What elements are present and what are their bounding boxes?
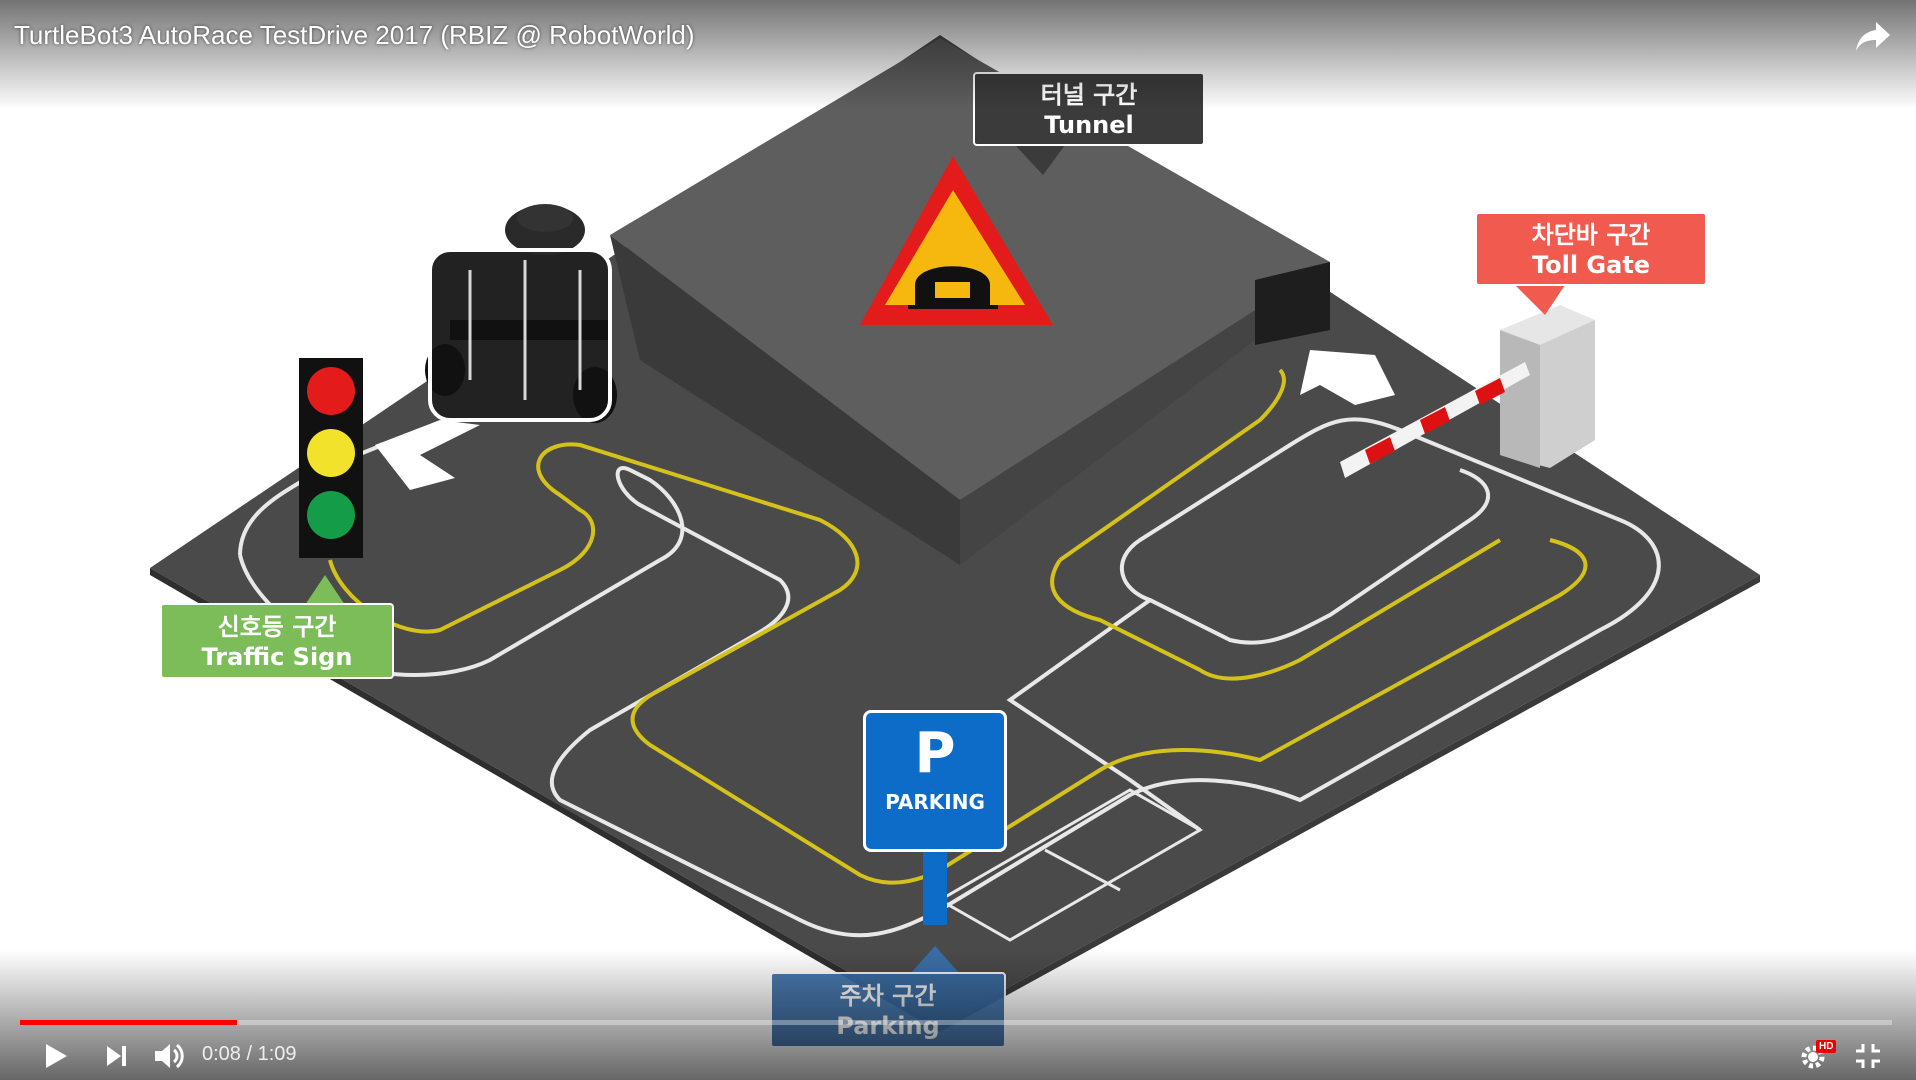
turtlebot-robot <box>425 204 617 423</box>
tunnel-label: 터널 구간 Tunnel <box>973 72 1205 146</box>
toll-gate-box-side <box>1500 330 1540 468</box>
toll-gate-label-ko: 차단바 구간 <box>1531 221 1651 249</box>
exit-fullscreen-button[interactable] <box>1848 1036 1888 1076</box>
tunnel-label-ko: 터널 구간 <box>1040 81 1138 109</box>
time-separator: / <box>246 1043 253 1065</box>
traffic-light <box>299 358 363 558</box>
parking-sign-letter: P <box>914 721 956 786</box>
toll-gate-label-en: Toll Gate <box>1531 251 1651 279</box>
settings-button[interactable]: HD <box>1796 1036 1837 1076</box>
parking-sign: P PARKING <box>863 710 1007 852</box>
next-button[interactable] <box>96 1036 136 1076</box>
traffic-sign-label-ko: 신호등 구간 <box>217 613 337 641</box>
next-icon <box>107 1046 126 1066</box>
time-total: 1:09 <box>257 1043 297 1065</box>
tunnel-label-en: Tunnel <box>1044 111 1134 139</box>
traffic-sign-label-en: Traffic Sign <box>201 643 353 671</box>
traffic-sign-label: 신호등 구간 Traffic Sign <box>160 603 394 679</box>
progress-played <box>20 1020 238 1025</box>
time-current: 0:08 <box>202 1043 241 1065</box>
share-icon <box>1856 22 1890 51</box>
share-button[interactable] <box>1854 20 1892 54</box>
video-frame <box>150 35 1760 1032</box>
toll-gate-label: 차단바 구간 Toll Gate <box>1475 212 1707 286</box>
volume-icon <box>155 1043 184 1069</box>
parking-sign-text: PARKING <box>885 790 985 814</box>
video-title[interactable]: TurtleBot3 AutoRace TestDrive 2017 (RBIZ… <box>14 20 695 51</box>
play-icon <box>46 1044 67 1068</box>
exit-fullscreen-icon <box>1856 1044 1880 1068</box>
play-button[interactable] <box>36 1036 76 1076</box>
hd-badge: HD <box>1816 1040 1837 1053</box>
player-controls: 0:08 / 1:09 HD <box>0 1030 1916 1080</box>
time-display: 0:08 / 1:09 <box>202 1043 297 1066</box>
video-player[interactable]: 터널 구간 Tunnel 차단바 구간 Toll Gate 신호등 구간 Tra… <box>0 0 1916 1080</box>
parking-sign-post <box>923 850 947 925</box>
parking-zone-label-ko: 주차 구간 <box>839 982 937 1010</box>
volume-button[interactable] <box>148 1036 192 1076</box>
progress-bar[interactable] <box>20 1020 1892 1025</box>
